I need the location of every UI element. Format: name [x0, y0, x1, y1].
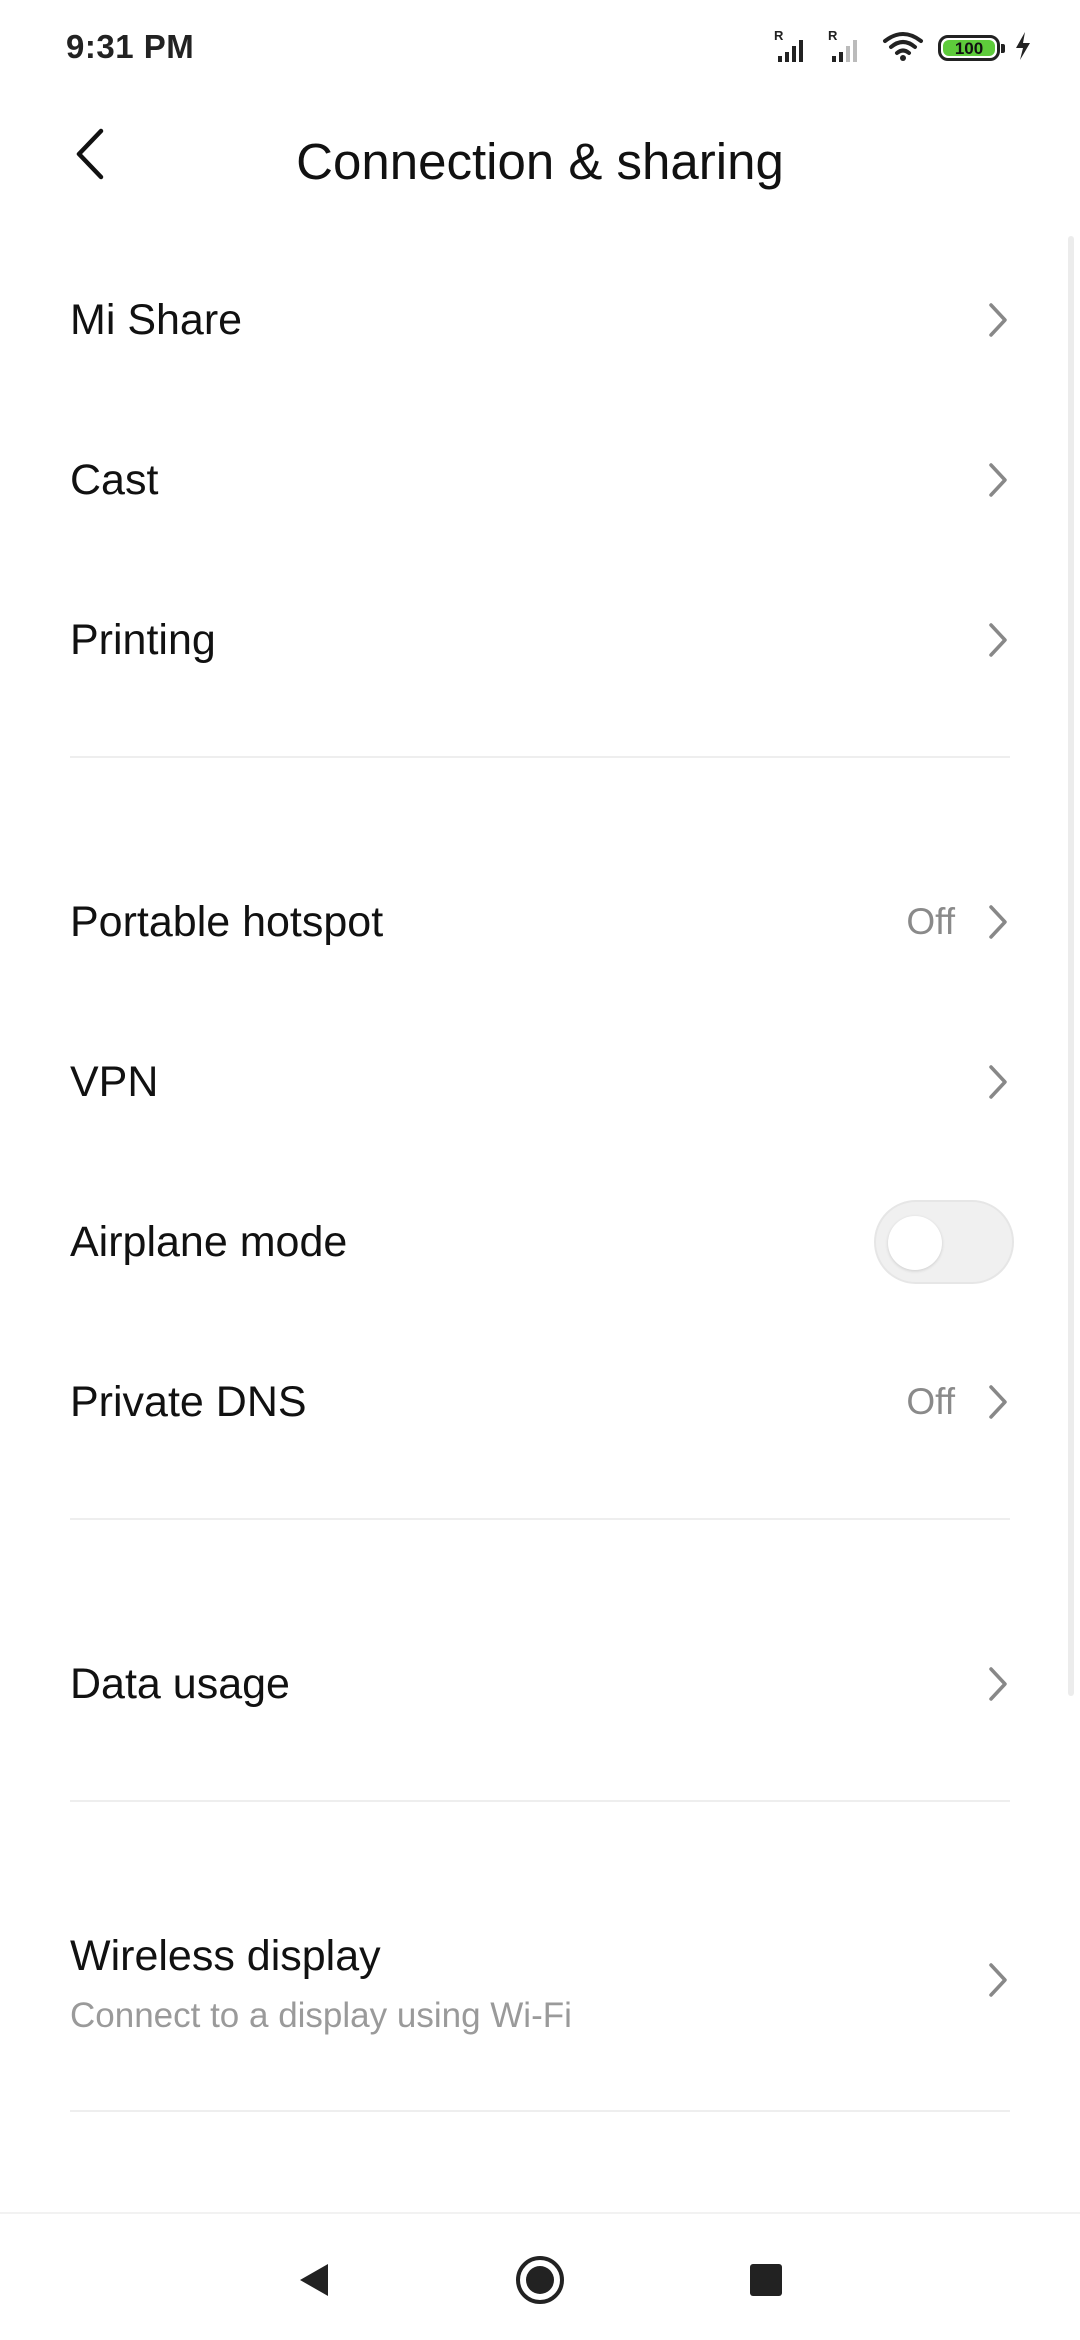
divider-line: [70, 756, 1010, 758]
list-item-label: Data usage: [70, 1659, 290, 1708]
list-item-portable-hotspot[interactable]: Portable hotspot Off: [0, 842, 1080, 1002]
list-item-label: Wireless display: [70, 1932, 381, 1980]
battery-icon: 100: [938, 35, 1005, 61]
list-item-printing[interactable]: Printing: [0, 560, 1080, 720]
chevron-right-icon: [978, 1062, 1018, 1102]
signal-roaming-icon: R: [774, 28, 814, 69]
toggle-knob: [888, 1216, 942, 1270]
svg-text:R: R: [774, 28, 784, 43]
list-item-label: Cast: [70, 455, 159, 504]
list-item-sublabel: Connect to a display using Wi-Fi: [70, 1996, 572, 2035]
svg-text:R: R: [828, 28, 838, 43]
section-divider: [0, 720, 1080, 842]
list-item-label: Private DNS: [70, 1377, 307, 1426]
divider-line: [70, 2110, 1010, 2112]
list-item-data-usage[interactable]: Data usage: [0, 1604, 1080, 1764]
status-bar: 9:31 PM R R 100: [0, 0, 1080, 96]
airplane-mode-toggle[interactable]: [874, 1200, 1014, 1284]
battery-tip: [1001, 44, 1005, 53]
status-icons: R R 100: [774, 26, 1032, 70]
battery-level: 100: [943, 40, 995, 57]
settings-list: Mi Share Cast Printing Portable hotspot …: [0, 240, 1080, 2196]
list-item-label: Mi Share: [70, 295, 243, 344]
list-item-label: Printing: [70, 615, 216, 664]
signal-roaming-icon: R: [828, 28, 868, 69]
chevron-right-icon: [978, 1382, 1018, 1422]
chevron-right-icon: [978, 1960, 1018, 2000]
divider-line: [70, 1800, 1010, 1802]
chevron-right-icon: [978, 1664, 1018, 1704]
section-divider: [0, 1764, 1080, 1886]
list-item-label: VPN: [70, 1057, 159, 1106]
section-divider: [0, 2074, 1080, 2196]
nav-home-button[interactable]: [500, 2242, 580, 2322]
list-item-mi-share[interactable]: Mi Share: [0, 240, 1080, 400]
list-item-value: Off: [906, 1381, 955, 1422]
section-divider: [0, 1482, 1080, 1604]
divider-line: [70, 1518, 1010, 1520]
list-item-label: Airplane mode: [70, 1217, 348, 1266]
chevron-right-icon: [978, 902, 1018, 942]
list-item-label: Portable hotspot: [70, 897, 384, 946]
home-circle-icon: [514, 2254, 566, 2311]
charging-icon: [1014, 31, 1032, 66]
nav-back-button[interactable]: [274, 2242, 354, 2322]
nav-recents-button[interactable]: [726, 2242, 806, 2322]
app-header: Connection & sharing: [0, 96, 1080, 224]
recents-square-icon: [748, 2262, 784, 2303]
list-item-vpn[interactable]: VPN: [0, 1002, 1080, 1162]
list-item-wireless-display[interactable]: Wireless display Connect to a display us…: [0, 1886, 1080, 2074]
list-item-airplane-mode[interactable]: Airplane mode: [0, 1162, 1080, 1322]
navigation-bar: [0, 2212, 1080, 2340]
status-time: 9:31 PM: [66, 28, 195, 65]
back-triangle-icon: [296, 2261, 332, 2304]
list-item-private-dns[interactable]: Private DNS Off: [0, 1322, 1080, 1482]
chevron-right-icon: [978, 620, 1018, 660]
chevron-right-icon: [978, 460, 1018, 500]
chevron-right-icon: [978, 300, 1018, 340]
wifi-icon: [882, 29, 924, 68]
list-item-value: Off: [906, 901, 955, 942]
list-item-cast[interactable]: Cast: [0, 400, 1080, 560]
page-title: Connection & sharing: [296, 133, 784, 190]
